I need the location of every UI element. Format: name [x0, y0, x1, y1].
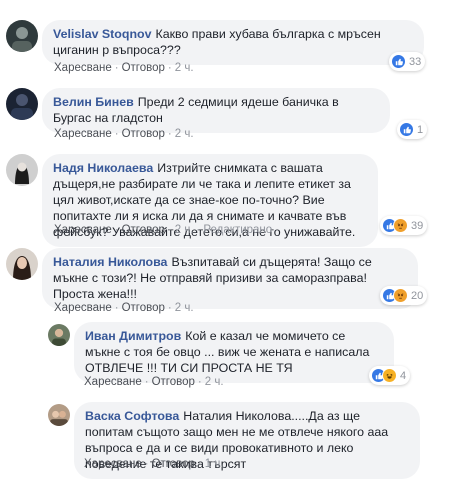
reaction-count: 4 — [400, 369, 407, 382]
comment-author[interactable]: Надя Николаева — [53, 161, 153, 175]
reply-link[interactable]: Отговор — [152, 376, 195, 388]
reaction-count: 1 — [417, 123, 424, 136]
reaction-summary[interactable]: 33 — [389, 52, 426, 71]
reply-link[interactable]: Отговор — [152, 458, 195, 470]
avatar[interactable] — [48, 404, 70, 426]
timestamp[interactable]: 2 ч. — [175, 62, 194, 74]
comment-author[interactable]: Наталия Николова — [53, 255, 167, 269]
reaction-summary[interactable]: 39 — [380, 216, 428, 235]
avatar[interactable] — [6, 20, 38, 52]
edited-label[interactable]: Редактирано — [203, 224, 272, 236]
separator: · — [197, 376, 202, 388]
separator: · — [114, 224, 119, 236]
reaction-summary[interactable]: 1 — [397, 120, 428, 139]
angry-reaction-icon — [393, 218, 408, 233]
like-link[interactable]: Харесване — [54, 302, 112, 314]
avatar[interactable] — [6, 248, 38, 280]
separator: · — [144, 458, 149, 470]
separator: · — [167, 302, 172, 314]
like-link[interactable]: Харесване — [54, 224, 112, 236]
timestamp[interactable]: 1 ч. — [205, 458, 224, 470]
reaction-count: 20 — [411, 289, 424, 302]
angry-reaction-icon — [393, 288, 408, 303]
reaction-count: 39 — [411, 219, 424, 232]
reply-link[interactable]: Отговор — [122, 128, 165, 140]
separator: · — [167, 62, 172, 74]
reply-2: Васка Софтова Наталия Николова.....Да аз … — [0, 400, 468, 483]
timestamp[interactable]: 2 ч. — [175, 224, 194, 236]
reaction-summary[interactable]: 20 — [380, 286, 428, 305]
timestamp[interactable]: 2 ч. — [205, 376, 224, 388]
comment-actions: Харесване · Отговор · 1 ч. — [84, 458, 224, 470]
avatar[interactable] — [6, 88, 38, 120]
like-link[interactable]: Харесване — [84, 458, 142, 470]
comment-2: Велин Бинев Преди 2 седмици ядеше баничка… — [0, 84, 468, 144]
comment-author[interactable]: Велин Бинев — [53, 95, 134, 109]
comment-author[interactable]: Васка Софтова — [85, 409, 179, 423]
separator: · — [144, 376, 149, 388]
comment-actions: Харесване · Отговор · 2 ч. — [54, 302, 194, 314]
like-link[interactable]: Харесване — [54, 62, 112, 74]
like-link[interactable]: Харесване — [84, 376, 142, 388]
comment-actions: Харесване · Отговор · 2 ч. — [84, 376, 224, 388]
separator: · — [167, 224, 172, 236]
like-reaction-icon — [399, 122, 414, 137]
reply-link[interactable]: Отговор — [122, 224, 165, 236]
comment-bubble: Велин Бинев Преди 2 седмици ядеше баничка… — [42, 88, 390, 133]
avatar[interactable] — [48, 324, 70, 346]
separator: · — [197, 458, 202, 470]
comment-actions: Харесване · Отговор · 2 ч. · Редактирано — [54, 224, 272, 236]
comment-bubble: Иван Димитров Кой е казал че момичето се … — [74, 322, 394, 383]
separator: · — [167, 128, 172, 140]
reply-link[interactable]: Отговор — [122, 302, 165, 314]
comment-bubble: Наталия Николова Възпитавай си дъщерята! … — [42, 248, 418, 309]
like-link[interactable]: Харесване — [54, 128, 112, 140]
comment-bubble: Velislav Stoqnov Какво прави хубава бълга… — [42, 20, 424, 65]
separator: · — [114, 302, 119, 314]
separator: · — [114, 62, 119, 74]
comment-1: Velislav Stoqnov Какво прави хубава бълга… — [0, 0, 468, 80]
reaction-summary[interactable]: 4 — [369, 366, 411, 385]
comment-author[interactable]: Velislav Stoqnov — [53, 27, 151, 41]
comment-author[interactable]: Иван Димитров — [85, 329, 181, 343]
reply-1: Иван Димитров Кой е казал че момичето се … — [0, 320, 468, 392]
comment-actions: Харесване · Отговор · 2 ч. — [54, 62, 194, 74]
timestamp[interactable]: 2 ч. — [175, 128, 194, 140]
avatar[interactable] — [6, 154, 38, 186]
separator: · — [114, 128, 119, 140]
like-reaction-icon — [391, 54, 406, 69]
comment-actions: Харесване · Отговор · 2 ч. — [54, 128, 194, 140]
haha-reaction-icon — [382, 368, 397, 383]
comment-4: Наталия Николова Възпитавай си дъщерята! … — [0, 244, 468, 318]
reaction-count: 33 — [409, 55, 422, 68]
comment-3: Надя Николаева Изтрийте снимката с вашата… — [0, 150, 468, 247]
timestamp[interactable]: 2 ч. — [175, 302, 194, 314]
separator: · — [196, 224, 201, 236]
reply-link[interactable]: Отговор — [122, 62, 165, 74]
